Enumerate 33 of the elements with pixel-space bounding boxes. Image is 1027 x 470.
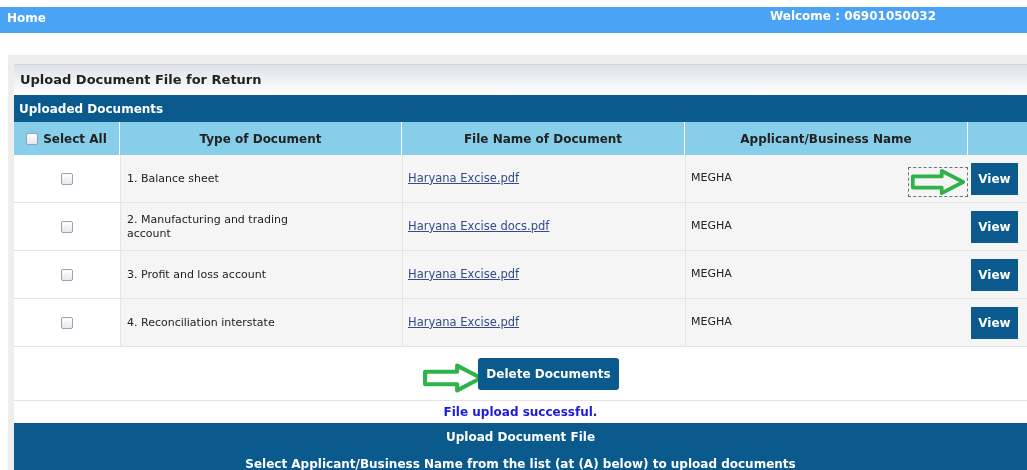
- file-link[interactable]: Haryana Excise docs.pdf: [408, 217, 550, 236]
- file-link[interactable]: Haryana Excise.pdf: [408, 313, 520, 332]
- select-all-label: Select All: [43, 130, 107, 148]
- view-button[interactable]: View: [971, 210, 1018, 243]
- table-cell-text: 2. Manufacturing and trading account: [127, 212, 289, 241]
- checkbox[interactable]: [61, 316, 73, 329]
- column-header: File Name of Document: [402, 122, 685, 155]
- table-cell: MEGHA: [691, 218, 732, 235]
- column-header: Applicant/Business Name: [685, 122, 968, 155]
- checkbox[interactable]: [61, 220, 73, 233]
- view-button[interactable]: View: [971, 306, 1018, 339]
- welcome-text: Welcome : 06901050032: [769, 8, 936, 25]
- file-link[interactable]: Haryana Excise.pdf: [408, 169, 520, 188]
- view-button[interactable]: View: [971, 162, 1018, 195]
- checkbox[interactable]: [26, 132, 39, 145]
- checkbox[interactable]: [61, 172, 73, 185]
- upload-title: Upload Document File: [445, 429, 596, 446]
- table-cell: MEGHA: [691, 170, 732, 187]
- column-header: Type of Document: [120, 122, 402, 155]
- table-cell: 3. Profit and loss account: [127, 267, 266, 282]
- success-message: File upload successful.: [443, 404, 598, 421]
- view-button[interactable]: View: [971, 258, 1018, 291]
- file-link[interactable]: Haryana Excise.pdf: [408, 265, 520, 284]
- table-cell: MEGHA: [691, 314, 732, 331]
- panel-title: Upload Document File for Return: [14, 64, 1027, 95]
- upload-instruction: Select Applicant/Business Name from the list (at (A) below) to upload documents: [245, 456, 796, 470]
- section-header: Uploaded Documents: [14, 95, 1027, 122]
- checkbox[interactable]: [61, 268, 73, 281]
- header-cell: [968, 122, 1027, 155]
- table-cell: 1. Balance sheet: [127, 171, 219, 186]
- table-cell: 4. Reconciliation interstate: [127, 315, 275, 330]
- table-cell: MEGHA: [691, 266, 732, 283]
- delete-documents-button[interactable]: Delete Documents: [478, 357, 619, 390]
